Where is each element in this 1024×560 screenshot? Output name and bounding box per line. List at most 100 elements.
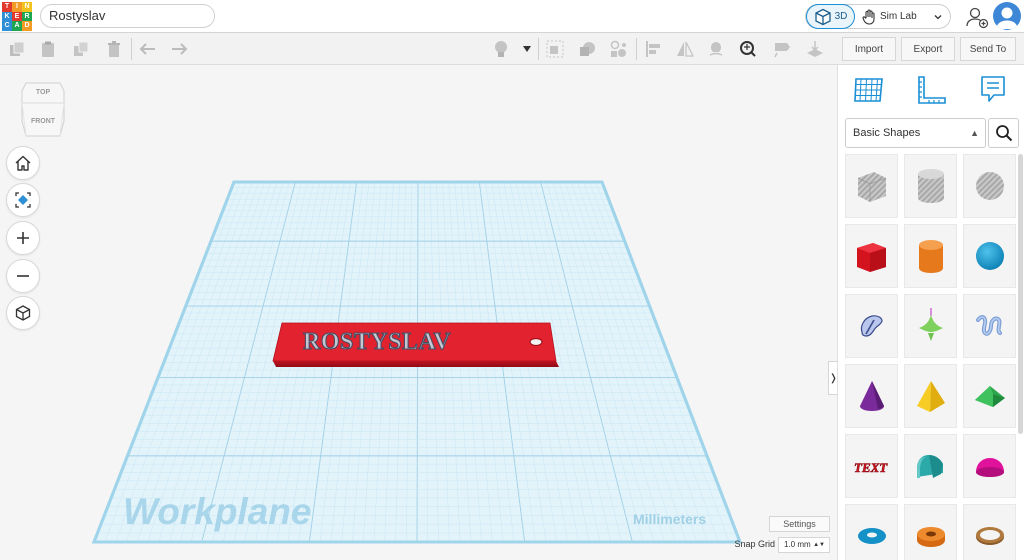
design-title-input[interactable]: Rostyslav	[40, 4, 215, 28]
roof-shape[interactable]	[963, 364, 1016, 428]
light-bulb-icon[interactable]	[490, 38, 512, 60]
cruise-icon[interactable]	[705, 38, 727, 60]
pyramid-shape[interactable]	[904, 364, 957, 428]
add-user-icon[interactable]	[965, 5, 989, 29]
sim-lab-button[interactable]: Sim Lab	[862, 5, 950, 28]
perspective-cube-icon	[15, 305, 31, 321]
view-cube[interactable]: TOP FRONT	[20, 81, 66, 137]
box-hole-shape[interactable]	[845, 154, 898, 218]
zoom-in-button[interactable]	[6, 221, 40, 255]
minus-icon	[17, 275, 29, 277]
ungroup-icon[interactable]	[576, 38, 598, 60]
align-icon[interactable]	[642, 38, 664, 60]
search-icon	[995, 125, 1012, 142]
torus-shape[interactable]	[845, 504, 898, 560]
half-cylinder-shape[interactable]	[904, 434, 957, 498]
sphere-shape[interactable]	[963, 224, 1016, 288]
view-switcher: 3D Sim Lab	[805, 4, 951, 29]
undo-icon[interactable]	[137, 38, 159, 60]
fit-view-icon	[15, 192, 31, 208]
top-bar: T I N K E R C A D Rostyslav 3D Sim Lab	[0, 0, 1024, 33]
snap-grid-label: Snap Grid	[734, 539, 775, 549]
notes-icon[interactable]	[771, 38, 793, 60]
units-label: Millimeters	[633, 511, 706, 527]
copy-icon[interactable]	[6, 38, 28, 60]
light-dropdown-icon[interactable]	[516, 38, 538, 60]
shape-search-button[interactable]	[988, 118, 1019, 148]
panel-collapse-button[interactable]: ❭	[828, 361, 837, 395]
logo-letter: K	[2, 11, 12, 22]
ruler-tool-icon[interactable]	[914, 73, 948, 107]
logo-letter: T	[2, 2, 12, 12]
home-icon	[15, 155, 31, 171]
logo-letter: R	[22, 11, 32, 22]
import-button[interactable]: Import	[842, 37, 896, 61]
logo-letter: A	[12, 21, 22, 31]
select-arrows-icon: ▲	[970, 128, 979, 138]
chevron-right-icon: ❭	[829, 372, 837, 384]
logo-letter: N	[22, 2, 32, 12]
tube-shape[interactable]	[904, 504, 957, 560]
plus-icon	[17, 232, 29, 244]
shape-generator-shape[interactable]	[904, 294, 957, 358]
workplane-canvas: Workplane Millimeters ROSTYSLAV	[91, 180, 743, 544]
3d-viewport[interactable]: Workplane Millimeters ROSTYSLAV TOP FRON…	[0, 65, 837, 560]
ring-shape[interactable]	[963, 504, 1016, 560]
duplicate-icon[interactable]	[70, 38, 92, 60]
3d-view-label: 3D	[834, 11, 848, 22]
redo-icon[interactable]	[168, 38, 190, 60]
nametag-object[interactable]: ROSTYSLAV	[272, 322, 559, 367]
snap-grid-value: 1.0 mm	[784, 540, 811, 549]
user-avatar-icon	[996, 7, 1018, 29]
logo-letter: I	[12, 2, 22, 12]
chevron-down-icon	[934, 14, 942, 19]
shape-grid: TEXT	[845, 154, 1016, 560]
projection-toggle-button[interactable]	[6, 296, 40, 330]
viewcube-top-label: TOP	[35, 89, 51, 96]
logo-letter: D	[22, 21, 32, 31]
select-arrows-icon: ▲▼	[813, 542, 825, 548]
panel-scrollbar[interactable]	[1018, 154, 1023, 434]
ruler-icon[interactable]	[738, 38, 760, 60]
send-to-button[interactable]: Send To	[960, 37, 1016, 61]
fit-view-button[interactable]	[6, 183, 40, 217]
mirror-icon[interactable]	[674, 38, 696, 60]
export-button[interactable]: Export	[901, 37, 955, 61]
sim-lab-label: Sim Lab	[880, 11, 917, 22]
avatar[interactable]	[993, 2, 1021, 30]
cylinder-shape[interactable]	[904, 224, 957, 288]
shape-library-value: Basic Shapes	[853, 127, 921, 139]
workplane-label: Workplane	[123, 491, 311, 532]
sphere-hole-shape[interactable]	[963, 154, 1016, 218]
cylinder-hole-shape[interactable]	[904, 154, 957, 218]
delete-icon[interactable]	[103, 38, 125, 60]
tinkercad-logo[interactable]: T I N K E R C A D	[2, 2, 32, 31]
3d-view-button[interactable]: 3D	[806, 4, 855, 29]
svg-text:TEXT: TEXT	[854, 460, 888, 475]
cone-shape[interactable]	[845, 364, 898, 428]
notes-tool-icon[interactable]	[976, 73, 1010, 107]
cube-icon	[814, 8, 831, 25]
group-icon[interactable]	[544, 38, 566, 60]
scribble-shape[interactable]	[845, 294, 898, 358]
snap-grid-select[interactable]: 1.0 mm ▲▼	[778, 537, 830, 553]
multicolor-icon[interactable]	[608, 38, 630, 60]
home-view-button[interactable]	[6, 146, 40, 180]
half-sphere-shape[interactable]	[963, 434, 1016, 498]
text-squiggle-shape[interactable]	[963, 294, 1016, 358]
edit-toolbar: Import Export Send To	[0, 33, 1024, 65]
logo-letter: E	[12, 11, 22, 22]
box-shape[interactable]	[845, 224, 898, 288]
nametag-text: ROSTYSLAV	[303, 329, 451, 355]
hand-icon	[862, 8, 875, 25]
workplane-grid-icon[interactable]	[852, 73, 886, 107]
text-shape[interactable]: TEXT	[845, 434, 898, 498]
tinkercad-editor: T I N K E R C A D Rostyslav 3D Sim Lab I…	[0, 0, 1024, 560]
keyring-hole	[529, 337, 543, 347]
settings-button[interactable]: Settings	[769, 516, 830, 532]
shape-library-select[interactable]: Basic Shapes ▲	[845, 118, 986, 148]
workplane-tool-icon[interactable]	[804, 38, 826, 60]
shapes-panel: Basic Shapes ▲ TEXT	[837, 65, 1024, 560]
zoom-out-button[interactable]	[6, 259, 40, 293]
paste-icon[interactable]	[37, 38, 59, 60]
